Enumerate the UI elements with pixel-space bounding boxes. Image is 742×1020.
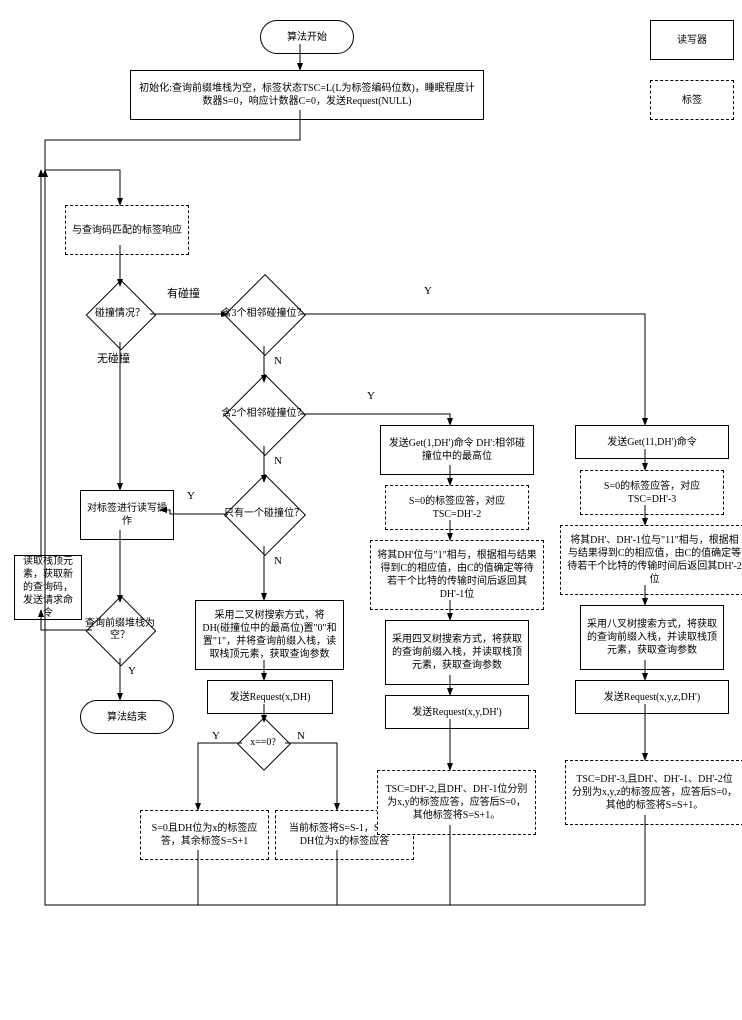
node-oct: 采用八叉树搜索方式，将获取的查询前缀入栈，并读取栈顶元素，获取查询参数: [580, 605, 724, 670]
node-send-oct: 发送Request(x,y,z,DH'): [575, 680, 729, 714]
node-send-quad: 发送Request(x,y,DH'): [385, 695, 529, 729]
node-quad: 采用四叉树搜索方式，将获取的查询前缀入栈，并读取栈顶元素，获取查询参数: [385, 620, 529, 685]
node-init: 初始化:查询前缀堆栈为空，标签状态TSC=L(L为标签编码位数)，睡眠程度计数器…: [130, 70, 484, 120]
node-oct-resp: TSC=DH'-3,且DH'、DH'-1、DH'-2位分别为x,y,z的标签应答…: [565, 760, 742, 825]
node-readwrite: 对标签进行读写操作: [80, 490, 174, 540]
diamond-xeq0: [237, 717, 291, 771]
legend-reader: 读写器: [650, 20, 734, 60]
diamond-stack: [86, 596, 157, 667]
node-binary: 采用二叉树搜索方式，将DH(碰撞位中的最高位)置"0"和置"1"，并将查询前缀入…: [195, 600, 344, 670]
edge-1only-n: N: [272, 555, 284, 567]
node-get3: 发送Get(11,DH')命令: [575, 425, 729, 459]
diamond-2adj: [224, 374, 306, 456]
edge-3adj-y: Y: [422, 285, 434, 297]
node-xor3: 将其DH'、DH'-1位与"11"相与，根据相与结果得到C的相应值，由C的值确定…: [560, 525, 742, 595]
edge-x-y: Y: [210, 730, 222, 742]
edge-2adj-n: N: [272, 455, 284, 467]
node-xor2: 将其DH'位与"1"相与，根据相与结果得到C的相应值，由C的值确定等待若干个比特…: [370, 540, 544, 610]
node-resp2: S=0的标签应答，对应TSC=DH'-2: [385, 485, 529, 530]
node-match: 与查询码匹配的标签响应: [65, 205, 189, 255]
node-send-bin: 发送Request(x,DH): [207, 680, 333, 714]
edge-x-n: N: [295, 730, 307, 742]
edge-collision-y: 有碰撞: [165, 285, 202, 301]
node-start: 算法开始: [260, 20, 354, 54]
edge-stack-y: Y: [126, 665, 138, 677]
legend-tag: 标签: [650, 80, 734, 120]
node-quad-resp: TSC=DH'-2,且DH'、DH'-1位分别为x,y的标签应答，应答后S=0，…: [377, 770, 536, 835]
edge-3adj-n: N: [272, 355, 284, 367]
node-end: 算法结束: [80, 700, 174, 734]
node-pop-send: 读取栈顶元素，获取新的查询码，发送请求命令: [14, 555, 82, 620]
edge-collision-n: 无碰撞: [95, 350, 132, 366]
edge-2adj-y: Y: [365, 390, 377, 402]
flowchart-canvas: 读写器 标签 算法开始 初始化:查询前缀堆栈为空，标签状态TSC=L(L为标签编…: [10, 10, 742, 1010]
diamond-3adj: [224, 274, 306, 356]
node-bin-y: S=0且DH位为x的标签应答，其余标签S=S+1: [140, 810, 269, 860]
node-resp3: S=0的标签应答，对应TSC=DH'-3: [580, 470, 724, 515]
diamond-1only: [224, 474, 306, 556]
diamond-collision: [86, 280, 157, 351]
edge-1only-y: Y: [185, 490, 197, 502]
node-get2: 发送Get(1,DH')命令 DH':相邻碰撞位中的最高位: [380, 425, 534, 475]
